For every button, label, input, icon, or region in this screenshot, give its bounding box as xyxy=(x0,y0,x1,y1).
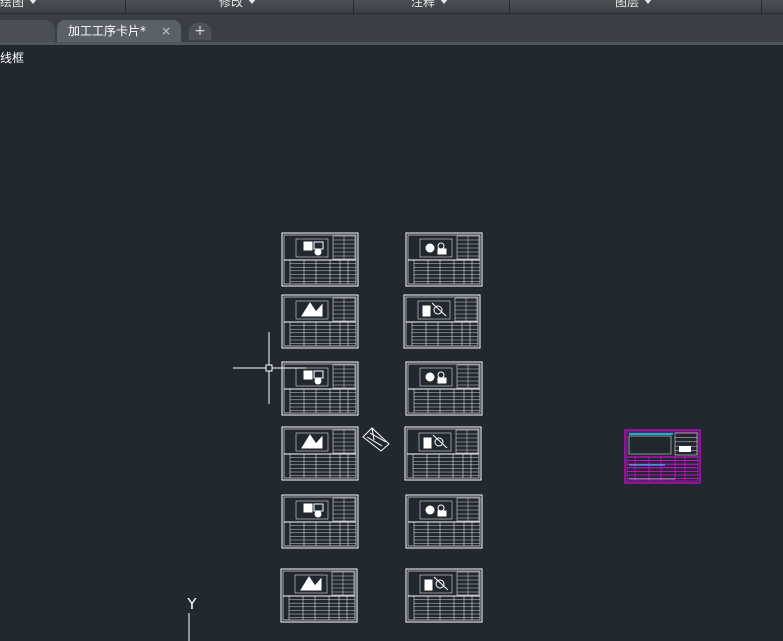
drawing-sheet[interactable] xyxy=(403,294,481,349)
tab-start[interactable] xyxy=(0,20,55,42)
ribbon-panel-bar: 绘图 修改 注释 图层 xyxy=(0,0,783,14)
ribbon-panel-layers[interactable]: 图层 xyxy=(510,0,762,13)
drawing-sheet[interactable] xyxy=(281,232,359,287)
ribbon-panel-draw[interactable]: 绘图 xyxy=(0,0,126,13)
skewed-drawing-object xyxy=(362,427,390,452)
ribbon-panel-modify-label: 修改 xyxy=(219,0,244,9)
chevron-down-icon xyxy=(29,0,38,4)
file-tab-bar: 加工工序卡片* × + xyxy=(0,14,783,45)
tab-drawing[interactable]: 加工工序卡片* × xyxy=(57,20,181,42)
drawing-sheet[interactable] xyxy=(405,494,483,549)
ribbon-panel-annotate[interactable]: 注释 xyxy=(354,0,510,13)
drawing-canvas[interactable]: Y xyxy=(0,44,783,641)
drawing-sheet[interactable] xyxy=(280,568,358,623)
drawing-sheet-selected[interactable] xyxy=(624,429,701,484)
crosshair-cursor xyxy=(233,332,306,404)
chevron-down-icon xyxy=(440,0,449,4)
ribbon-panel-more[interactable] xyxy=(762,0,783,13)
drawing-sheet[interactable] xyxy=(405,361,483,416)
drawing-sheet[interactable] xyxy=(405,568,483,623)
drawing-sheet[interactable] xyxy=(281,294,359,349)
drawing-sheet[interactable] xyxy=(281,361,359,416)
ucs-axis-label: Y xyxy=(186,595,197,613)
drawing-sheet[interactable] xyxy=(281,426,359,481)
drawing-sheets xyxy=(280,232,701,623)
add-tab-button[interactable]: + xyxy=(189,23,211,40)
close-icon[interactable]: × xyxy=(161,20,171,42)
drawing-sheet[interactable] xyxy=(405,232,483,287)
drawing-sheet[interactable] xyxy=(281,494,359,549)
ribbon-panel-modify[interactable]: 修改 xyxy=(126,0,354,13)
chevron-down-icon xyxy=(248,0,257,4)
ucs-icon: Y xyxy=(186,595,197,641)
chevron-down-icon xyxy=(644,0,653,4)
ribbon-panel-layers-label: 图层 xyxy=(615,0,640,9)
drawing-sheet[interactable] xyxy=(404,426,482,481)
ribbon-panel-annotate-label: 注释 xyxy=(411,0,436,9)
tab-drawing-label: 加工工序卡片* xyxy=(68,24,147,38)
ribbon-panel-draw-label: 绘图 xyxy=(0,0,25,9)
